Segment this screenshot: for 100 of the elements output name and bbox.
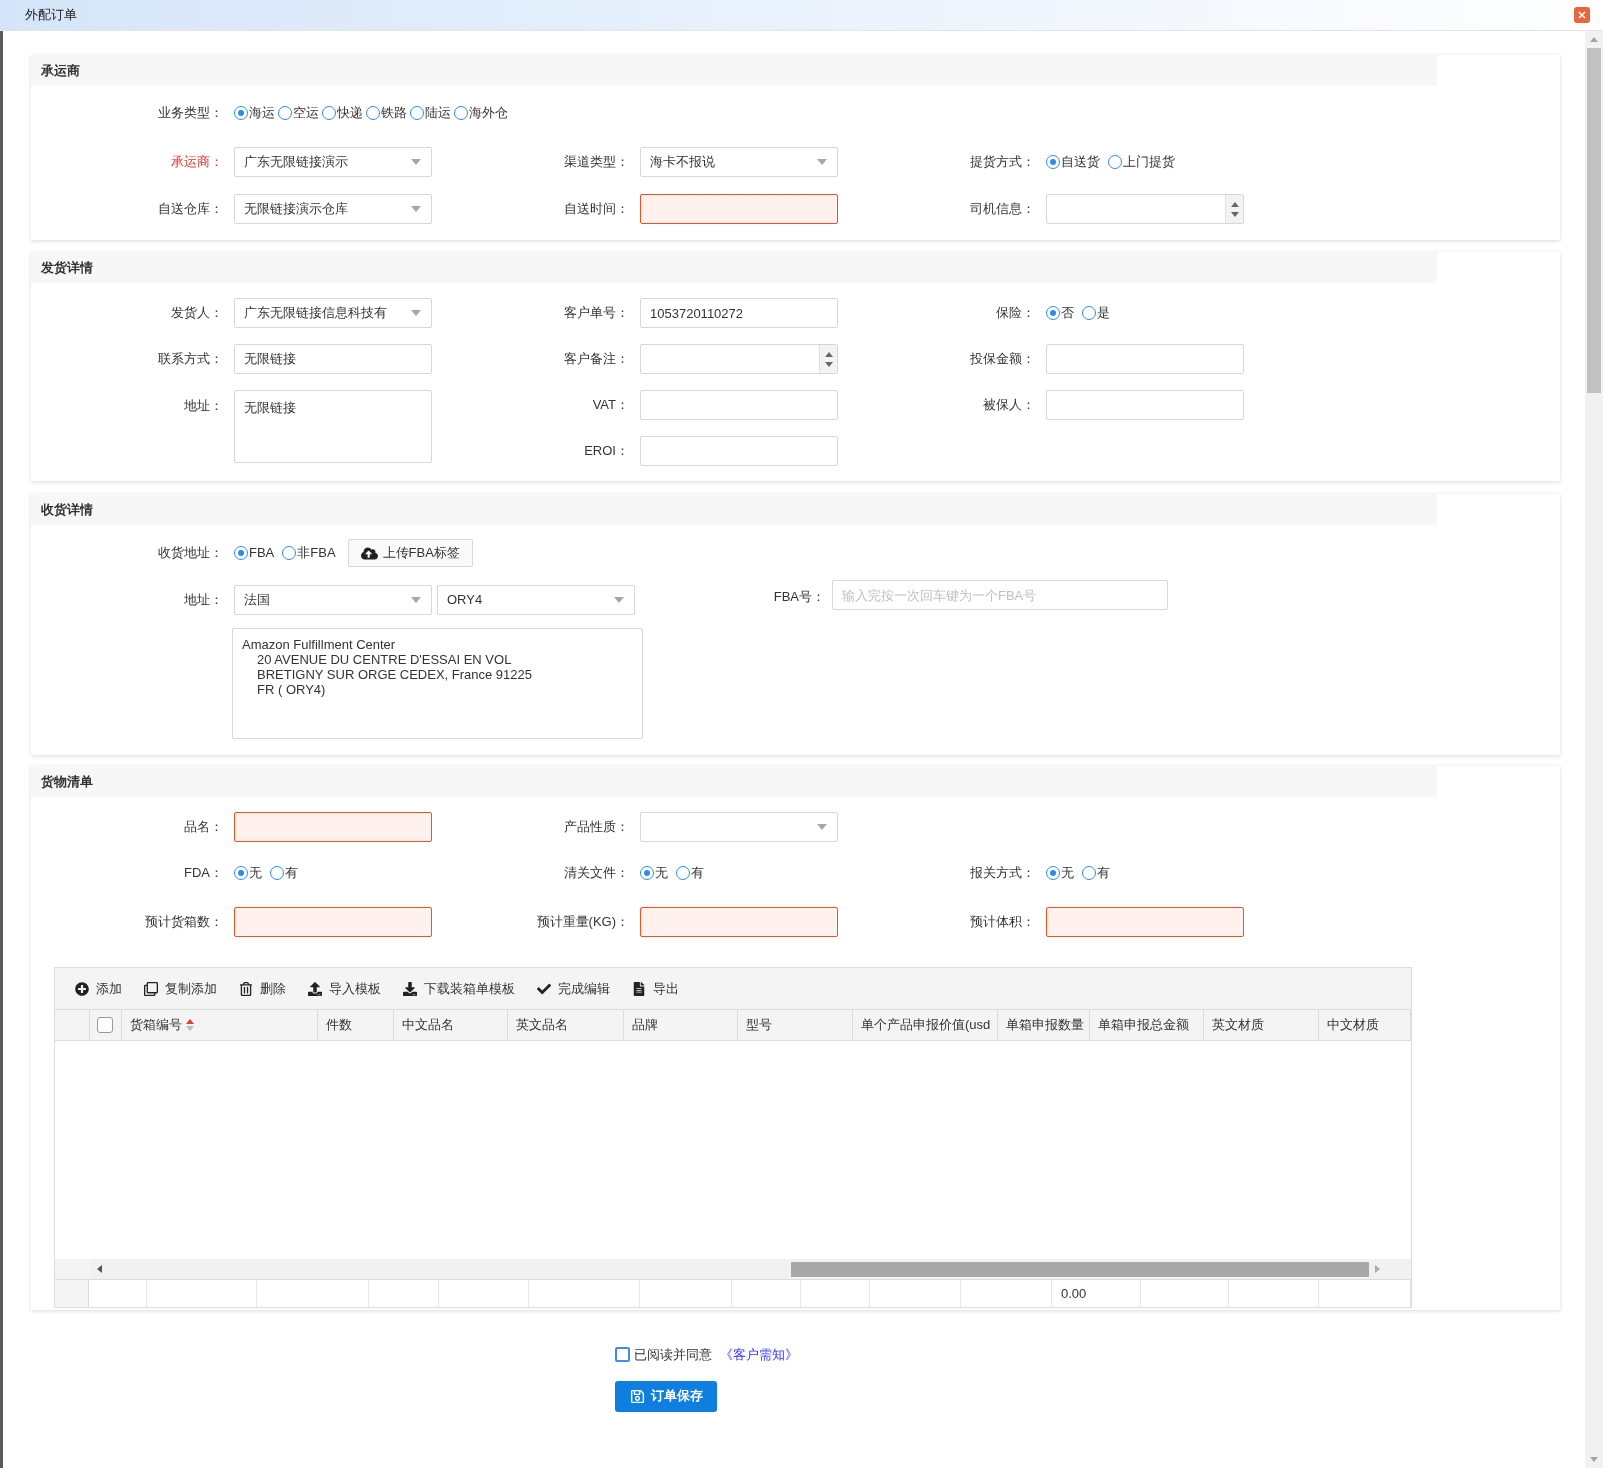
- radio-option[interactable]: 海运: [234, 103, 275, 123]
- select-field[interactable]: 法国: [234, 585, 432, 615]
- close-icon: [1578, 11, 1586, 19]
- radio-option[interactable]: 空运: [278, 103, 319, 123]
- column-header[interactable]: 中文材质: [1319, 1010, 1411, 1040]
- column-header[interactable]: 单个产品申报价值(usd: [853, 1010, 998, 1040]
- column-header[interactable]: 品牌: [624, 1010, 738, 1040]
- toolbar-button[interactable]: 导出: [632, 978, 679, 999]
- field-label: 被保人：: [982, 396, 1035, 415]
- save-button[interactable]: 订单保存: [615, 1380, 717, 1412]
- scrollbar-thumb[interactable]: [791, 1261, 1369, 1277]
- address-box[interactable]: Amazon Fulfillment Center 20 AVENUE DU CENTRE D'ESSAI EN VOL BRETIGNY SUR ORGE CEDEX, France 91225 FR ( ORY4): [232, 628, 643, 739]
- trash-icon: [239, 981, 253, 996]
- column-header[interactable]: 英文品名: [508, 1010, 624, 1040]
- radio-option[interactable]: 铁路: [366, 103, 407, 123]
- radio-option[interactable]: 有: [676, 863, 704, 883]
- field-label: 客户单号：: [563, 304, 629, 323]
- select-field[interactable]: 海卡不报说: [640, 147, 838, 177]
- select-field[interactable]: 广东无限链接信息科技有: [234, 298, 432, 328]
- caret-icon: [817, 159, 827, 165]
- select-field[interactable]: 广东无限链接演示: [234, 147, 432, 177]
- column-header[interactable]: 中文品名: [394, 1010, 508, 1040]
- radio-option[interactable]: 上门提货: [1108, 152, 1175, 172]
- upload-button[interactable]: 上传FBA标签: [347, 539, 473, 567]
- column-header[interactable]: 型号: [738, 1010, 853, 1040]
- caret-icon: [411, 206, 421, 212]
- select-field[interactable]: [640, 812, 838, 842]
- column-header[interactable]: 单箱申报数量: [998, 1010, 1090, 1040]
- section-title: 货物清单: [31, 766, 1437, 797]
- toolbar-button[interactable]: 下载装箱单模板: [403, 978, 515, 999]
- select-field[interactable]: 无限链接演示仓库: [234, 194, 432, 224]
- close-button[interactable]: [1574, 7, 1590, 23]
- down-arrow-icon[interactable]: [1230, 211, 1239, 217]
- field-label: 预计体积：: [969, 913, 1035, 932]
- select-field[interactable]: ORY4: [437, 585, 635, 615]
- field-label: EROI：: [583, 442, 629, 461]
- toolbar-button[interactable]: 添加: [75, 978, 122, 999]
- address-field[interactable]: 无限链接: [234, 390, 432, 463]
- toolbar-button[interactable]: 复制添加: [144, 978, 217, 999]
- left-arrow-icon[interactable]: [97, 1265, 102, 1273]
- text-field[interactable]: 1053720110272: [640, 298, 838, 328]
- up-arrow-icon[interactable]: [1230, 201, 1239, 207]
- radio-option[interactable]: 有: [1082, 863, 1110, 883]
- add-icon: [75, 981, 89, 996]
- radio-option[interactable]: 无: [234, 863, 262, 883]
- field-label: 预计重量(KG)：: [535, 913, 629, 932]
- text-field[interactable]: 无限链接: [234, 344, 432, 374]
- field-label: 投保金额：: [969, 350, 1035, 369]
- caret-icon: [614, 597, 624, 603]
- radio-option[interactable]: 非FBA: [282, 543, 336, 563]
- scrollbar[interactable]: [1585, 31, 1603, 1468]
- column-header[interactable]: 件数: [318, 1010, 394, 1040]
- caret-icon: [411, 310, 421, 316]
- scrollbar-thumb[interactable]: [1587, 48, 1601, 393]
- sort-icon[interactable]: [186, 1019, 194, 1031]
- column-header[interactable]: 英文材质: [1204, 1010, 1319, 1040]
- radio-option[interactable]: 自送货: [1046, 152, 1100, 172]
- radio-option[interactable]: 是: [1082, 303, 1110, 323]
- spinner-field[interactable]: [640, 344, 838, 374]
- right-arrow-icon[interactable]: [1375, 1265, 1380, 1273]
- radio-option[interactable]: 有: [270, 863, 298, 883]
- upload-icon: [308, 981, 322, 996]
- radio-option[interactable]: FBA: [234, 543, 275, 563]
- up-arrow-icon[interactable]: [824, 351, 833, 357]
- field-label: 发货人：: [170, 304, 223, 323]
- field-label: 保险：: [995, 304, 1035, 323]
- text-field[interactable]: [234, 812, 432, 842]
- radio-option[interactable]: 否: [1046, 303, 1074, 323]
- toolbar-button[interactable]: 完成编辑: [537, 978, 610, 999]
- field-label: 自送仓库：: [157, 200, 223, 219]
- field-label: 提货方式：: [969, 153, 1035, 172]
- text-field[interactable]: [640, 907, 838, 937]
- caret-icon: [411, 597, 421, 603]
- document-icon: [632, 981, 646, 996]
- toolbar-button[interactable]: 导入模板: [308, 978, 381, 999]
- window-title: 外配订单: [25, 6, 77, 25]
- text-field[interactable]: [234, 907, 432, 937]
- terms-link[interactable]: 《客户需知》: [720, 1345, 798, 1365]
- table-cell: 0.00: [1052, 1280, 1141, 1307]
- toolbar-button[interactable]: 删除: [239, 978, 286, 999]
- radio-option[interactable]: 陆运: [410, 103, 451, 123]
- spinner-field[interactable]: [1046, 194, 1244, 224]
- field-label: 联系方式：: [157, 350, 223, 369]
- text-field[interactable]: [640, 194, 838, 224]
- down-arrow-icon[interactable]: [824, 361, 833, 367]
- checkbox[interactable]: [97, 1017, 114, 1033]
- field-label: 地址：: [183, 591, 223, 610]
- radio-option[interactable]: 海外仓: [454, 103, 508, 123]
- text-field[interactable]: [1046, 907, 1244, 937]
- field-label: 司机信息：: [969, 200, 1035, 219]
- down-arrow-icon[interactable]: [1590, 1457, 1598, 1462]
- radio-option[interactable]: 快递: [322, 103, 363, 123]
- up-arrow-icon[interactable]: [1590, 37, 1598, 42]
- radio-option[interactable]: 无: [640, 863, 668, 883]
- checkbox[interactable]: [615, 1347, 630, 1363]
- column-header[interactable]: 单箱申报总金额: [1090, 1010, 1204, 1040]
- radio-option[interactable]: 无: [1046, 863, 1074, 883]
- field-label: 产品性质：: [563, 818, 629, 837]
- field-label: 报关方式：: [969, 864, 1035, 883]
- column-header[interactable]: 货箱编号: [122, 1010, 318, 1040]
